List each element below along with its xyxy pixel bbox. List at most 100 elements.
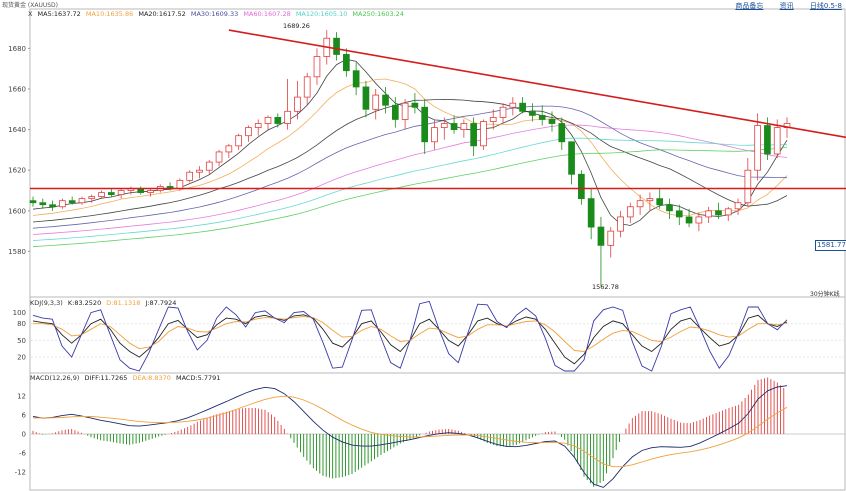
macd-y-tick-label: 0	[22, 431, 26, 439]
candle-body	[558, 123, 566, 143]
legend-close-x[interactable]: X	[28, 10, 32, 18]
current-price-box: 1581.77	[815, 240, 846, 251]
candle-body	[626, 206, 634, 218]
legend-ma10: MA10:1635.86	[85, 10, 134, 18]
interval-label: 30分钟K线	[810, 291, 840, 298]
candle-body	[343, 54, 350, 72]
legend-ma250: MA250:1603.24	[352, 10, 404, 18]
kdj-d-line	[33, 316, 788, 352]
candle-body	[568, 141, 575, 175]
top-bar: 现货黄金 (XAUUSD) 商品备忘 资讯 日线0.5-8	[0, 0, 846, 10]
main-y-tick-label: 1580	[8, 248, 26, 256]
legend-kdj-title: KDJ(9,3,3)	[30, 299, 63, 307]
legend-ma5: MA5:1637.72	[37, 10, 81, 18]
ma20-line	[32, 98, 788, 223]
candle-body	[578, 173, 585, 200]
main-panel-frame	[29, 8, 846, 298]
kdj-j-line	[32, 300, 788, 372]
candle-body	[235, 135, 242, 147]
ma30-line	[32, 105, 788, 229]
candle-body	[440, 123, 448, 128]
resistance-trendline	[228, 29, 846, 139]
candle-body	[617, 216, 624, 232]
candle-body	[88, 196, 96, 200]
candle-body	[372, 94, 380, 110]
ma5-line	[32, 58, 788, 226]
candle-body	[724, 208, 732, 216]
candle-body	[685, 216, 693, 224]
macd-panel	[31, 377, 846, 488]
candle-body	[98, 192, 105, 198]
kdj-legend: KDJ(9,3,3) K:83.2520 D:81.1318 J:87.7924	[30, 299, 179, 307]
macd-y-tick-label: -12	[15, 469, 26, 477]
memo-link[interactable]: 商品备忘	[735, 2, 763, 10]
kdj-y-tick-label: 80	[17, 320, 26, 328]
main-y-tick-label: 1620	[8, 167, 26, 175]
candle-body	[59, 200, 66, 208]
legend-macd-dea: DEA:8.8370	[132, 374, 171, 382]
legend-ma30: MA30:1609.33	[190, 10, 239, 18]
candle-body	[205, 161, 213, 171]
candle-body	[715, 210, 722, 216]
candle-body	[225, 145, 233, 153]
candle-body	[744, 169, 752, 204]
candle-body	[254, 123, 262, 128]
y-axis-labels: 1580 1600 1620 1640 1660 1680 20 50 80 100 -12 -6 0 6…	[8, 45, 30, 477]
main-y-tick-label: 1680	[8, 45, 26, 53]
high-price-label: 1689.26	[283, 22, 310, 30]
ma-legend: X MA5:1637.72 MA10:1635.86 MA20:1617.52 …	[28, 10, 407, 18]
legend-kdj-k: K:83.2520	[67, 299, 102, 307]
candle-body	[401, 102, 409, 120]
macd-y-tick-label: 6	[22, 411, 27, 419]
candle-body	[450, 123, 458, 130]
candle-body	[597, 226, 605, 246]
candle-body	[607, 230, 615, 246]
candle-body	[147, 190, 154, 193]
kdj-y-tick-label: 50	[17, 337, 26, 345]
candle-body	[538, 114, 546, 120]
candle-body	[489, 117, 497, 122]
candle-body	[695, 216, 703, 224]
macd-y-tick-label: -6	[19, 450, 27, 458]
candle-body	[196, 169, 203, 173]
candle-body	[313, 56, 321, 78]
candle-body	[382, 94, 389, 106]
candle-body	[186, 171, 194, 181]
chart-canvas: 1580 1600 1620 1640 1660 1680 20 50 80 100 -12 -6 0 6…	[8, 8, 846, 491]
top-links: 商品备忘 资讯 日线0.5-8	[721, 1, 842, 11]
legend-macd-value: MACD:5.7791	[175, 374, 221, 382]
legend-ma60: MA60:1607.28	[243, 10, 291, 18]
news-link[interactable]: 资讯	[780, 2, 794, 10]
candle-body	[754, 125, 761, 171]
legend-macd-title: MACD(12,26,9)	[30, 374, 80, 382]
kdj-y-tick-label: 100	[13, 309, 26, 317]
legend-ma20: MA20:1617.52	[138, 10, 186, 18]
main-y-tick-label: 1660	[8, 85, 26, 93]
candle-body	[49, 204, 56, 208]
legend-kdj-d: D:81.1318	[106, 299, 141, 307]
candle-body	[480, 121, 487, 147]
candle-body	[421, 106, 429, 143]
kdj-y-tick-label: 20	[17, 354, 26, 362]
candle-body	[636, 200, 644, 208]
candle-body	[245, 127, 252, 137]
candle-body	[529, 110, 536, 116]
candle-body	[352, 70, 360, 88]
candle-body	[303, 76, 311, 98]
instrument-title: 现货黄金 (XAUUSD)	[2, 2, 59, 9]
candle-body	[499, 106, 507, 118]
kdj-panel-frame	[29, 296, 846, 374]
candle-body	[431, 127, 438, 143]
candle-body	[264, 117, 272, 124]
period-link[interactable]: 日线0.5-8	[810, 2, 842, 10]
moving-average-lines	[32, 58, 788, 248]
candle-body	[666, 204, 673, 212]
legend-ma120: MA120:1605.10	[295, 10, 348, 18]
candle-body	[78, 198, 86, 204]
candle-body	[646, 198, 654, 202]
candle-body	[519, 102, 526, 112]
candle-body	[294, 96, 301, 112]
macd-legend: MACD(12,26,9) DIFF:11.7265 DEA:8.8370 MA…	[30, 374, 223, 382]
macd-y-tick-label: 12	[17, 392, 26, 400]
candle-body	[509, 102, 517, 108]
